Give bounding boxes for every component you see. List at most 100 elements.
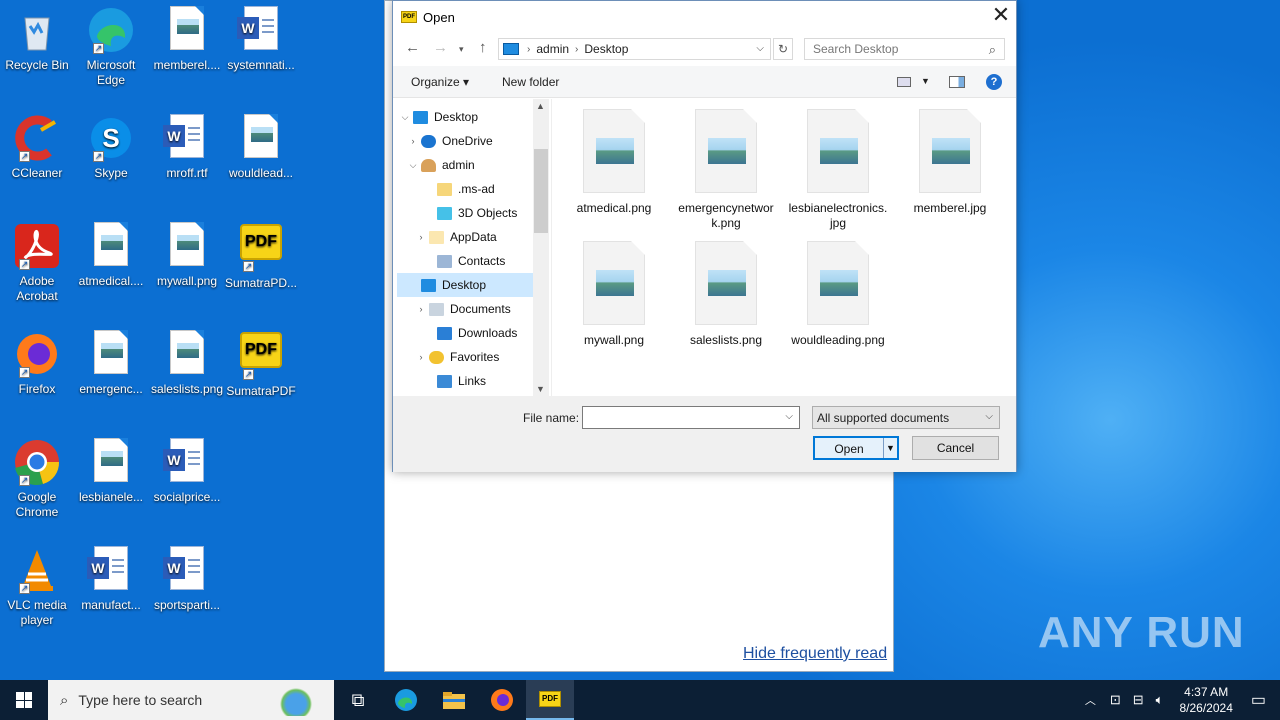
tree-item-desktop-root[interactable]: ⌵ Desktop <box>397 105 478 129</box>
scroll-down-arrow-icon[interactable]: ▼ <box>536 384 545 394</box>
tree-item-3d-objects[interactable]: 3D Objects <box>421 201 517 225</box>
collapse-arrow-icon[interactable]: ⌵ <box>397 112 413 123</box>
desktop-icon-chrome[interactable]: ↗ Google Chrome <box>0 432 74 520</box>
preview-pane-icon[interactable] <box>949 76 965 88</box>
taskbar-search-box[interactable]: ⌕ Type here to search <box>48 680 334 720</box>
address-dropdown-icon[interactable]: ⌵ <box>756 43 764 54</box>
desktop-icon-manufact[interactable]: W manufact... <box>74 540 148 613</box>
desktop-icon-skype[interactable]: S ↗ Skype <box>74 108 148 181</box>
shortcut-arrow-icon: ↗ <box>93 151 104 162</box>
chevron-down-icon: ⌵ <box>985 411 993 422</box>
back-arrow-icon[interactable]: ← <box>405 39 420 56</box>
desktop-icon-firefox[interactable]: ↗ Firefox <box>0 324 74 397</box>
file-item[interactable]: memberel.jpg <box>900 99 1000 216</box>
desktop-icon-atmedical[interactable]: atmedical.... <box>74 216 148 289</box>
desktop-icon-wouldlead[interactable]: wouldlead... <box>224 108 298 181</box>
file-item[interactable]: saleslists.png <box>676 231 776 348</box>
desktop-icon-ccleaner[interactable]: ↗ CCleaner <box>0 108 74 181</box>
tree-item-admin[interactable]: ⌵ admin <box>405 153 475 177</box>
desktop-icon-lesbianele[interactable]: lesbianele... <box>74 432 148 505</box>
desktop-icon-acrobat[interactable]: ↗ Adobe Acrobat <box>0 216 74 304</box>
chevron-down-icon[interactable]: ⌵ <box>785 411 793 422</box>
start-button[interactable] <box>0 680 48 720</box>
tree-item-label: Desktop <box>434 110 479 124</box>
desktop-icon-memberel[interactable]: memberel.... <box>150 0 224 73</box>
tree-item-favorites[interactable]: › Favorites <box>413 345 500 369</box>
file-explorer-icon[interactable] <box>430 680 478 720</box>
desktop-icon-vlc[interactable]: ↗ VLC media player <box>0 540 74 628</box>
recent-locations-chevron-icon[interactable]: ▾ <box>459 44 464 55</box>
network-icon[interactable]: ⊟ <box>1133 692 1144 708</box>
image-file-icon <box>695 109 757 193</box>
show-hidden-icons-chevron-icon[interactable]: ︿ <box>1085 692 1096 708</box>
tree-item-label: Links <box>458 374 487 388</box>
up-arrow-icon[interactable]: ↑ <box>479 39 487 56</box>
expand-arrow-icon[interactable]: › <box>405 136 421 146</box>
tree-item-onedrive[interactable]: › OneDrive <box>405 129 493 153</box>
volume-icon[interactable]: 🔈︎ <box>1156 692 1164 708</box>
firefox-taskbar-icon[interactable] <box>478 680 526 720</box>
tree-item-ms-ad[interactable]: .ms-ad <box>421 177 495 201</box>
file-item[interactable]: wouldleading.png <box>788 231 888 348</box>
open-button[interactable]: Open ▼ <box>813 436 899 460</box>
task-view-icon[interactable]: ⧉ <box>334 680 382 720</box>
desktop-icon-edge[interactable]: ↗ Microsoft Edge <box>74 0 148 88</box>
scroll-up-arrow-icon[interactable]: ▲ <box>536 101 545 111</box>
desktop-icon-systemnati[interactable]: W systemnati... <box>224 0 298 73</box>
refresh-button[interactable]: ↻ <box>773 38 793 60</box>
clock[interactable]: 4:37 AM 8/26/2024 <box>1179 684 1232 716</box>
collapse-arrow-icon[interactable]: ⌵ <box>405 160 421 171</box>
tree-item-desktop[interactable]: Desktop <box>397 273 533 297</box>
icon-label: sportsparti... <box>153 598 221 612</box>
forward-arrow-icon[interactable]: → <box>433 39 448 56</box>
tree-item-documents[interactable]: › Documents <box>413 297 511 321</box>
tree-item-appdata[interactable]: › AppData <box>413 225 497 249</box>
desktop-icon-recycle-bin[interactable]: Recycle Bin <box>0 0 74 73</box>
close-button[interactable]: ✕ <box>986 1 1016 31</box>
sumatrapdf-taskbar-icon[interactable]: PDF <box>526 680 574 720</box>
file-name-input[interactable]: ⌵ <box>582 406 800 429</box>
notifications-icon[interactable]: ▭ <box>1251 690 1266 710</box>
desktop-icon-sumatrapd[interactable]: PDF ↗ SumatraPD... <box>224 216 298 291</box>
organize-button[interactable]: Organize ▾ <box>411 75 469 89</box>
expand-arrow-icon[interactable]: › <box>413 304 429 314</box>
help-icon[interactable]: ? <box>986 74 1002 90</box>
desktop-icon-mywall[interactable]: mywall.png <box>150 216 224 289</box>
search-icon: ⌕ <box>60 691 69 709</box>
tree-item-downloads[interactable]: Downloads <box>421 321 517 345</box>
expand-arrow-icon[interactable]: › <box>413 232 429 242</box>
hide-frequently-read-link[interactable]: Hide frequently read <box>743 645 887 663</box>
new-folder-button[interactable]: New folder <box>502 75 559 89</box>
breadcrumb-desktop[interactable]: Desktop <box>584 42 628 56</box>
breadcrumb-admin[interactable]: admin <box>536 42 569 56</box>
view-options-chevron-icon[interactable]: ▼ <box>921 76 930 86</box>
file-item[interactable]: mywall.png <box>564 231 664 348</box>
address-bar[interactable]: › admin › Desktop ⌵ <box>498 38 771 60</box>
tree-item-contacts[interactable]: Contacts <box>421 249 505 273</box>
folder-icon <box>437 182 452 196</box>
desktop-icon-sumatrapdf[interactable]: PDF ↗ SumatraPDF <box>224 324 298 399</box>
device-icon[interactable]: ⊡ <box>1110 692 1121 708</box>
change-view-icon[interactable] <box>897 77 911 87</box>
desktop-icon-emergenc[interactable]: emergenc... <box>74 324 148 397</box>
file-item[interactable]: emergencynetwork.png <box>676 99 776 231</box>
expand-arrow-icon[interactable]: › <box>413 352 429 362</box>
desktop-icon-socialprice[interactable]: W socialprice... <box>150 432 224 505</box>
file-item[interactable]: atmedical.png <box>564 99 664 216</box>
file-item[interactable]: lesbianelectronics.jpg <box>788 99 888 231</box>
open-dropdown-icon[interactable]: ▼ <box>883 438 897 458</box>
desktop-icon-mroff[interactable]: W mroff.rtf <box>150 108 224 181</box>
tree-item-links[interactable]: Links <box>421 369 486 393</box>
edge-taskbar-icon[interactable] <box>382 680 430 720</box>
tree-item-label: AppData <box>450 230 497 244</box>
search-input[interactable]: Search Desktop ⌕ <box>804 38 1005 60</box>
tree-scrollbar[interactable]: ▲ ▼ <box>533 99 549 396</box>
desktop-icon-saleslists[interactable]: saleslists.png <box>150 324 224 397</box>
cancel-button[interactable]: Cancel <box>912 436 999 460</box>
scrollbar-thumb[interactable] <box>534 149 548 233</box>
file-type-select[interactable]: All supported documents ⌵ <box>812 406 1000 429</box>
file-name: memberel.jpg <box>913 201 987 215</box>
tree-item-label: Desktop <box>442 278 487 292</box>
desktop-icon-sportsparti[interactable]: W sportsparti... <box>150 540 224 613</box>
image-file-icon <box>87 438 135 486</box>
